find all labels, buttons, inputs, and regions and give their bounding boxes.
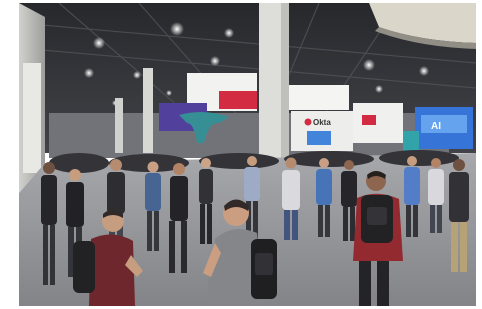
photo-tone: [19, 3, 476, 306]
photo-frame: Okta AI: [0, 0, 482, 309]
expo-hall-photo: Okta AI: [19, 3, 476, 306]
